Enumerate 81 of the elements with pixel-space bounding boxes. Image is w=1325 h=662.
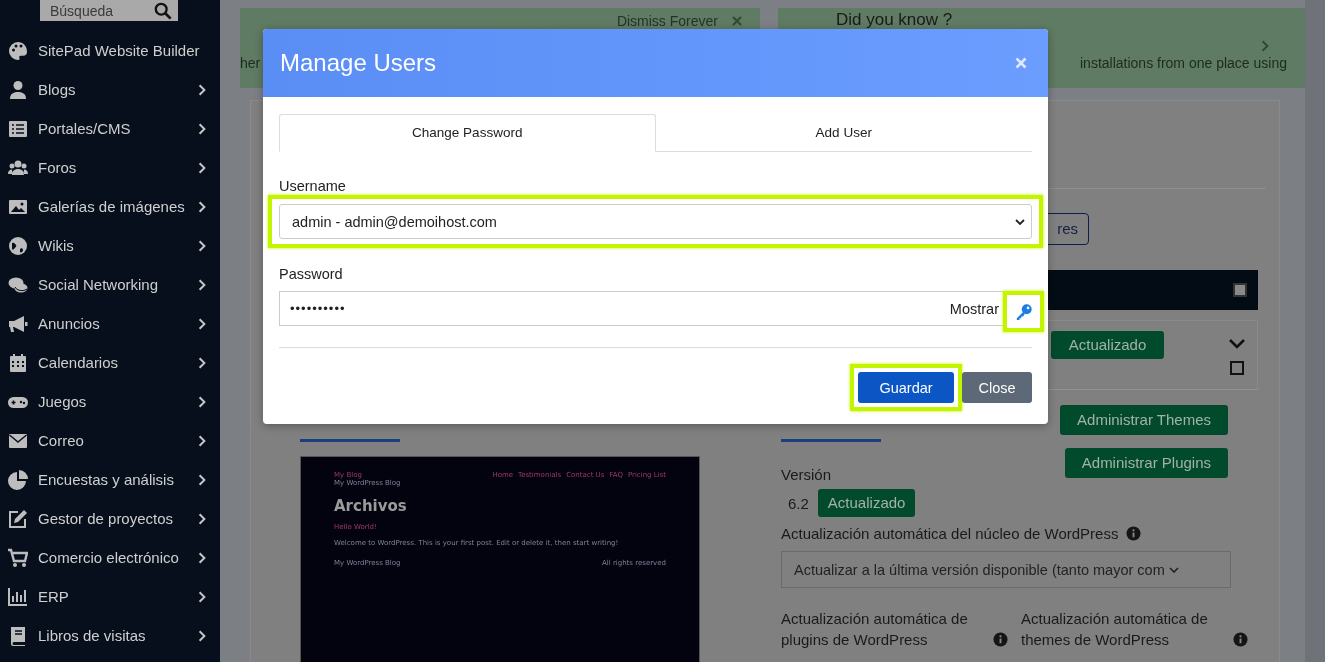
chevron-right-icon [198, 200, 206, 213]
chevron-right-icon [198, 551, 206, 564]
checkbox[interactable] [1230, 361, 1244, 375]
sidebar-item[interactable]: Encuestas y análisis [0, 460, 220, 499]
status-button[interactable]: Actualizado [1051, 331, 1164, 359]
sidebar-item[interactable]: Juegos [0, 382, 220, 421]
megaphone-icon [8, 313, 28, 334]
sidebar-item[interactable]: Portales/CMS [0, 109, 220, 148]
sidebar-item[interactable]: Galerías de imágenes [0, 187, 220, 226]
calendar-icon [8, 352, 28, 373]
chevron-right-icon [198, 434, 206, 447]
user-icon [8, 79, 28, 100]
info-icon [1126, 526, 1142, 541]
chevron-right-icon [198, 473, 206, 486]
tab[interactable]: Change Password [279, 114, 656, 152]
manage-plugins-button[interactable]: Administrar Plugins [1064, 448, 1228, 478]
chevron-right-icon [198, 122, 206, 135]
sidebar-item[interactable]: Calendarios [0, 343, 220, 382]
sidebar-item[interactable]: Correo [0, 421, 220, 460]
chevron-right-icon [198, 161, 206, 174]
sidebar-item[interactable]: Foros [0, 148, 220, 187]
chevron-right-icon [198, 356, 206, 369]
username-select[interactable]: admin - admin@demoihost.com [279, 204, 1032, 239]
search-field[interactable]: Búsqueda [50, 2, 154, 19]
dialog-title: Manage Users [280, 49, 437, 77]
sidebar-item[interactable]: Comercio electrónico [0, 538, 220, 577]
sidebar-item[interactable]: SitePad Website Builder [0, 31, 220, 70]
chevron-right-icon [198, 83, 206, 96]
page-heading: Archivos [334, 497, 408, 515]
close-button[interactable]: Close [962, 372, 1032, 403]
sidebar-item[interactable]: Anuncios [0, 304, 220, 343]
close-icon [1015, 57, 1027, 69]
pie-chart-icon [8, 469, 28, 490]
notice-text: her [240, 55, 261, 71]
edit-icon [8, 508, 28, 529]
sidebar-item[interactable]: Blogs [0, 70, 220, 109]
save-button[interactable]: Guardar [858, 372, 954, 403]
key-icon [1014, 302, 1033, 321]
version-number: 6.2 [788, 494, 809, 512]
search-field[interactable]: Búsqueda [40, 0, 178, 21]
sidebar-item[interactable]: Libros de visitas [0, 616, 220, 655]
caret-icon [1168, 566, 1179, 573]
sidebar-item[interactable]: Gestor de proyectos [0, 499, 220, 538]
checkbox[interactable] [1233, 283, 1247, 297]
caret-icon [1015, 218, 1025, 225]
notice-title: Did you know ? [835, 9, 954, 30]
sidebar-item[interactable]: Social Networking [0, 265, 220, 304]
field-label: Actualización automática del núcleo de WordPress [781, 525, 1119, 542]
show-password-link[interactable]: Mostrar [949, 300, 1003, 317]
password-field[interactable]: •••••••••• Mostrar [279, 291, 1003, 326]
sidebar-item[interactable]: ERP [0, 577, 220, 616]
chevron-right-icon [198, 590, 206, 603]
manage-themes-button[interactable]: Administrar Themes [1060, 405, 1228, 435]
chevron-right-icon [198, 629, 206, 642]
field-label: Username [279, 178, 347, 194]
chevron-right-icon [1261, 40, 1269, 52]
tab[interactable]: Add User [655, 114, 1032, 151]
chevron-down-icon [1229, 339, 1245, 349]
chevron-right-icon [198, 395, 206, 408]
chevron-right-icon [198, 239, 206, 252]
close-icon [732, 16, 742, 26]
field-label: Actualización automática de themes de WordPress [1021, 609, 1209, 650]
palette-icon [8, 40, 28, 61]
info-icon [1233, 632, 1248, 647]
chevron-right-icon [198, 512, 206, 525]
sidebar-item[interactable]: Wikis [0, 226, 220, 265]
field-label: Password [279, 266, 344, 282]
bar-chart-icon [8, 586, 28, 607]
cart-icon [8, 547, 28, 568]
chevron-right-icon [198, 278, 206, 291]
list-icon [8, 118, 28, 139]
update-select[interactable]: Actualizar a la última versión disponible (tanto mayor com [781, 551, 1231, 588]
chevron-right-icon [198, 317, 206, 330]
book-icon [8, 625, 28, 646]
field-label: Actualización automática de plugins de WordPress [781, 609, 969, 650]
field-label: Versión [781, 466, 833, 483]
search-icon [154, 1, 172, 20]
globe-icon [8, 235, 28, 256]
info-icon [993, 632, 1008, 647]
notice-text: installations from one place using [1080, 55, 1287, 71]
status-button[interactable]: Actualizado [817, 489, 916, 517]
